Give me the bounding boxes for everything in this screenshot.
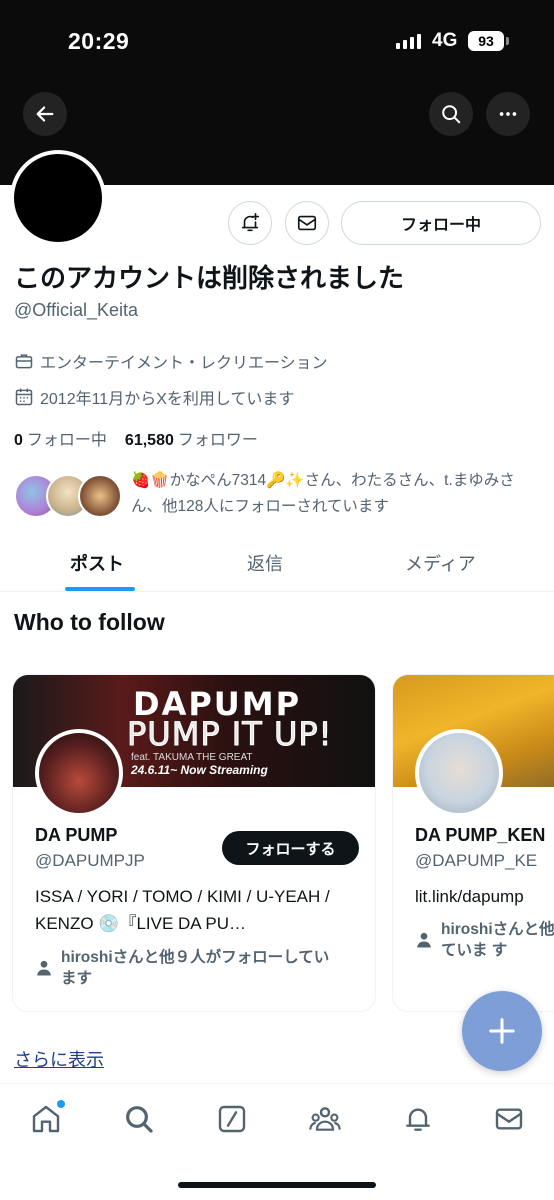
card-social-proof: hiroshiさんと他９人がフォローしています	[61, 949, 330, 987]
following-button[interactable]: フォロー中	[341, 201, 541, 245]
notification-dot	[57, 1100, 65, 1108]
network-label: 4G	[432, 30, 458, 51]
card-bio: ISSA / YORI / TOMO / KIMI / U-YEAH / KEN…	[35, 887, 330, 933]
followers-you-know[interactable]	[14, 474, 124, 520]
plus-icon	[489, 1018, 515, 1044]
back-button[interactable]	[23, 92, 67, 136]
followers-label: フォロワー	[177, 432, 258, 449]
bell-icon	[406, 1108, 430, 1131]
profile-handle: @Official_Keita	[14, 300, 138, 320]
compose-button[interactable]	[462, 991, 542, 1071]
joined-label: 2012年11月からXを利用しています	[40, 391, 295, 408]
display-name: このアカウントは削除されました	[14, 263, 405, 293]
notify-button[interactable]	[228, 201, 272, 245]
card-handle: @DAPUMPJP	[35, 851, 145, 870]
nav-messages[interactable]	[492, 1102, 526, 1136]
search-icon	[126, 1106, 153, 1133]
briefcase-icon	[15, 354, 33, 369]
card-handle: @DAPUMP_KE	[415, 851, 538, 870]
card-avatar	[415, 729, 503, 817]
communities-icon	[309, 1107, 341, 1131]
active-tab-indicator	[65, 587, 135, 591]
banner-date: 24.6.11~ Now Streaming	[131, 763, 268, 777]
card-name: DA PUMP_KEN	[415, 825, 546, 845]
following-label: フォロー中	[26, 432, 107, 449]
card-bio: lit.link/dapump	[415, 887, 524, 906]
followed-by-text[interactable]: 🍓🍿かなぺん7314🔑✨さん、わたるさん、t.まゆみさん、他128人にフォローさ…	[131, 468, 541, 520]
person-icon	[417, 932, 431, 948]
nav-home[interactable]	[29, 1100, 65, 1136]
home-icon	[32, 1105, 60, 1133]
card-name: DA PUMP	[35, 825, 118, 845]
more-button[interactable]	[486, 92, 530, 136]
nav-notifications[interactable]	[401, 1102, 435, 1136]
followers-count: 61,580	[124, 432, 174, 449]
back-arrow-icon	[36, 106, 54, 122]
tab-posts[interactable]: ポスト	[70, 550, 124, 576]
nav-grok[interactable]	[215, 1102, 249, 1136]
home-indicator	[178, 1182, 376, 1188]
category-row: エンターテイメント・レクリエーション	[14, 349, 328, 373]
signal-icon	[396, 33, 421, 49]
more-icon	[499, 112, 517, 116]
nav-communities[interactable]	[308, 1102, 342, 1136]
following-link[interactable]: 0 フォロー中	[14, 426, 107, 450]
calendar-icon	[15, 388, 33, 406]
followers-link[interactable]: 61,580 フォロワー	[125, 426, 258, 450]
tab-replies[interactable]: 返信	[247, 550, 283, 576]
tab-media[interactable]: メディア	[405, 550, 476, 576]
banner-feat: feat. TAKUMA THE GREAT	[131, 752, 253, 763]
battery-tip	[506, 37, 509, 45]
show-more-link[interactable]: さらに表示	[14, 1046, 104, 1072]
bell-plus-icon	[241, 213, 260, 232]
person-icon	[37, 960, 51, 976]
grok-icon	[218, 1105, 246, 1133]
profile-avatar[interactable]	[10, 150, 106, 246]
follower-avatar	[78, 474, 122, 518]
search-button[interactable]	[429, 92, 473, 136]
profile-tabs: ポスト 返信 メディア	[0, 536, 554, 592]
nav-search[interactable]	[122, 1102, 156, 1136]
suggestion-card[interactable]: DA PUMP_KEN @DAPUMP_KE lit.link/dapump h…	[392, 674, 554, 1012]
follow-stats: 0 フォロー中 61,580 フォロワー	[14, 426, 258, 450]
mail-icon	[297, 215, 317, 231]
following-count: 0	[14, 432, 23, 449]
card-follow-button[interactable]: フォローする	[222, 831, 359, 865]
joined-row: 2012年11月からXを利用しています	[14, 385, 294, 409]
battery-level: 93	[468, 31, 504, 51]
message-button[interactable]	[285, 201, 329, 245]
card-avatar	[35, 729, 123, 817]
who-to-follow-title: Who to follow	[14, 609, 165, 635]
status-time: 20:29	[68, 28, 130, 54]
suggestion-card[interactable]: DAPUMP PUMP IT UP! feat. TAKUMA THE GREA…	[12, 674, 376, 1012]
search-icon	[442, 105, 461, 124]
banner-subtitle: PUMP IT UP!	[127, 715, 333, 754]
mail-icon	[495, 1108, 523, 1130]
card-social-proof: hiroshiさんと他 ていま す	[441, 921, 554, 959]
category-label: エンターテイメント・レクリエーション	[40, 355, 328, 372]
